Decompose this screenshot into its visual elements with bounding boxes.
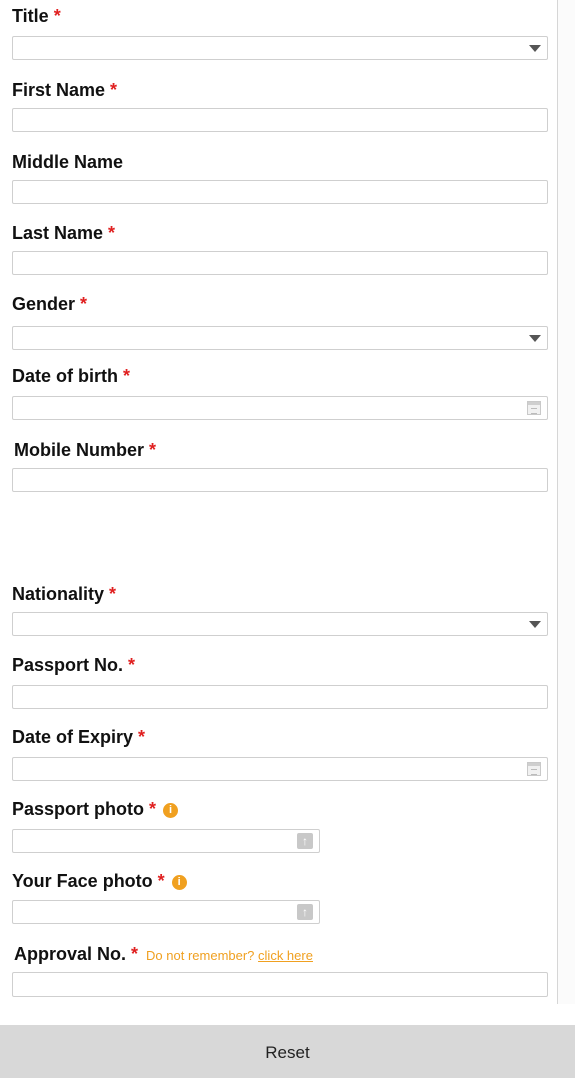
dob-label: Date of birth * (12, 366, 130, 387)
chevron-down-icon (529, 621, 541, 628)
passport-no-input[interactable] (12, 685, 548, 709)
required-marker: * (53, 6, 61, 26)
mobile-input[interactable] (12, 468, 548, 492)
required-marker: * (108, 223, 116, 243)
nationality-label-text: Nationality (12, 584, 105, 604)
middle-name-input[interactable] (12, 180, 548, 204)
required-marker: * (109, 584, 117, 604)
expiry-label-text: Date of Expiry (12, 727, 134, 747)
approval-no-input[interactable] (12, 972, 548, 997)
registration-form: Title * First Name * Middle Name Last Name… (0, 0, 557, 1004)
first-name-label: First Name * (12, 80, 117, 101)
face-photo-label-text: Your Face photo (12, 871, 153, 891)
last-name-label-text: Last Name (12, 223, 104, 243)
chevron-down-icon (529, 335, 541, 342)
dob-label-text: Date of birth (12, 366, 118, 386)
required-marker: * (138, 727, 146, 747)
nationality-select[interactable] (12, 612, 548, 636)
upload-icon[interactable]: ↑ (297, 833, 313, 849)
gender-select[interactable] (12, 326, 548, 350)
chevron-down-icon (529, 45, 541, 52)
info-icon[interactable]: i (163, 803, 179, 818)
nationality-label: Nationality * (12, 584, 116, 605)
upload-icon[interactable]: ↑ (297, 904, 313, 920)
approval-label: Approval No. * Do not remember? click here (14, 944, 313, 965)
approval-hint: Do not remember? click here (146, 948, 313, 963)
middle-name-label: Middle Name (12, 152, 123, 173)
required-marker: * (80, 294, 88, 314)
required-marker: * (149, 440, 157, 460)
approval-hint-text: Do not remember? (146, 948, 255, 963)
required-marker: * (123, 366, 131, 386)
passport-no-label-text: Passport No. (12, 655, 124, 675)
required-marker: * (149, 799, 157, 819)
calendar-icon[interactable] (527, 401, 541, 415)
last-name-label: Last Name * (12, 223, 115, 244)
gender-label-text: Gender (12, 294, 76, 314)
face-photo-label: Your Face photo * i (12, 871, 187, 892)
click-here-link[interactable]: click here (258, 948, 313, 963)
calendar-icon[interactable] (527, 762, 541, 776)
passport-photo-label: Passport photo * i (12, 799, 179, 820)
title-label-text: Title (12, 6, 49, 26)
required-marker: * (131, 944, 139, 964)
title-select[interactable] (12, 36, 548, 60)
title-label: Title * (12, 6, 61, 27)
dob-input[interactable] (12, 396, 548, 420)
passport-photo-upload[interactable]: ↑ (12, 829, 320, 853)
required-marker: * (157, 871, 165, 891)
reset-button[interactable]: Reset (0, 1025, 575, 1078)
middle-name-label-text: Middle Name (12, 152, 124, 172)
required-marker: * (128, 655, 136, 675)
side-strip (558, 0, 575, 1004)
mobile-label: Mobile Number * (14, 440, 156, 461)
expiry-label: Date of Expiry * (12, 727, 145, 748)
passport-no-label: Passport No. * (12, 655, 135, 676)
approval-label-text: Approval No. (14, 944, 127, 964)
required-marker: * (110, 80, 118, 100)
gender-label: Gender * (12, 294, 87, 315)
last-name-input[interactable] (12, 251, 548, 275)
info-icon[interactable]: i (171, 875, 187, 890)
mobile-label-text: Mobile Number (14, 440, 145, 460)
expiry-input[interactable] (12, 757, 548, 781)
face-photo-upload[interactable]: ↑ (12, 900, 320, 924)
first-name-label-text: First Name (12, 80, 106, 100)
passport-photo-label-text: Passport photo (12, 799, 145, 819)
first-name-input[interactable] (12, 108, 548, 132)
